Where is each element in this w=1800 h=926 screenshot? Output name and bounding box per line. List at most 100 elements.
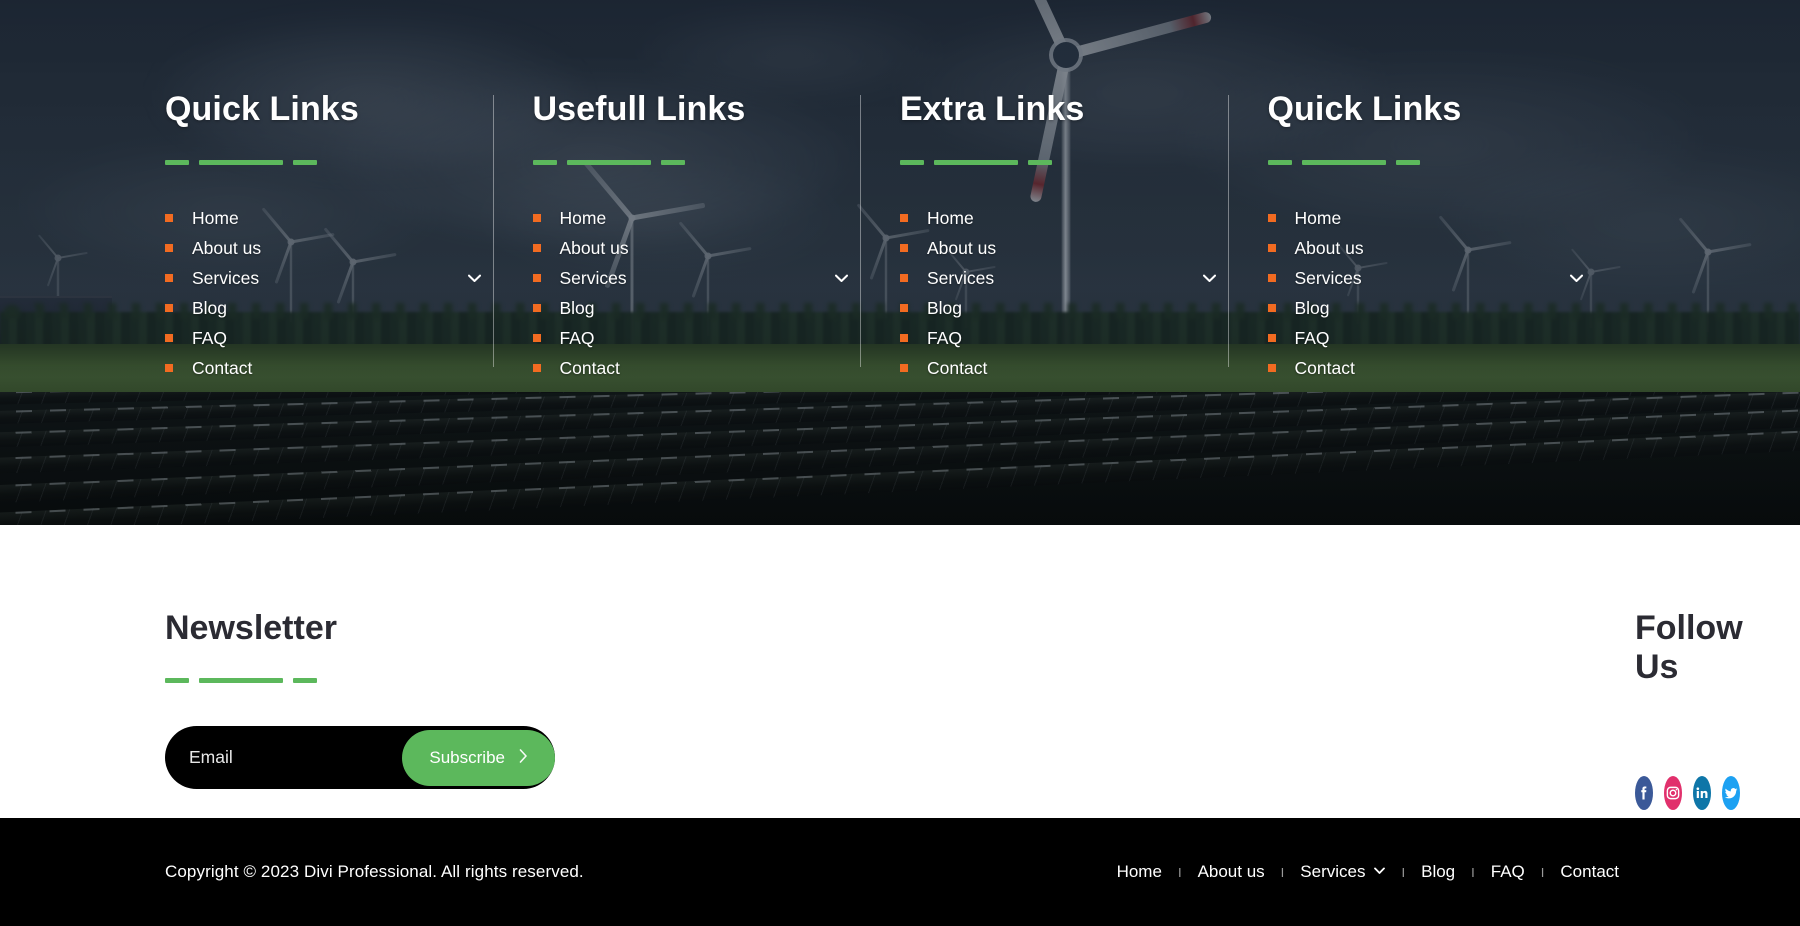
bullet-icon [1267, 304, 1276, 313]
footer-link-label: FAQ [192, 328, 228, 349]
bullet-icon [900, 214, 908, 223]
footer-link-services[interactable]: Services [1267, 263, 1636, 293]
footer-link-label: About us [192, 238, 262, 259]
bottom-nav-home[interactable]: Home [1101, 862, 1178, 882]
footer-link-contact[interactable]: Contact [532, 353, 901, 383]
column-title: Quick Links [1267, 90, 1462, 128]
footer-link-blog[interactable]: Blog [532, 293, 901, 323]
footer-link-label: Home [927, 208, 974, 229]
footer-column-quick-links: Quick Links Home About us Services Blog … [165, 0, 533, 525]
footer-link-contact[interactable]: Contact [1267, 353, 1636, 383]
footer-link-faq[interactable]: FAQ [165, 323, 533, 353]
chevron-down-icon[interactable] [1570, 274, 1583, 283]
footer-link-home[interactable]: Home [900, 203, 1268, 233]
bottom-nav-label: FAQ [1490, 862, 1525, 881]
subscribe-button[interactable]: Subscribe [402, 729, 555, 786]
footer-link-contact[interactable]: Contact [900, 353, 1268, 383]
footer-link-faq[interactable]: FAQ [532, 323, 901, 353]
column-title: Usefull Links [532, 90, 746, 128]
footer-link-faq[interactable]: FAQ [1267, 323, 1636, 353]
footer-column-usefull-links: Usefull Links Home About us Services Blo… [492, 0, 901, 525]
bullet-icon [900, 244, 908, 253]
title-divider [1267, 160, 1636, 166]
footer-link-faq[interactable]: FAQ [900, 323, 1268, 353]
footer-link-list: Home About us Services Blog FAQ Contact [900, 203, 1268, 383]
bottom-nav-label: Services [1300, 862, 1366, 881]
bullet-icon [1267, 214, 1276, 223]
title-divider [165, 160, 533, 166]
bottom-nav-services[interactable]: Services [1284, 862, 1401, 882]
bullet-icon [532, 364, 541, 373]
footer-link-label: FAQ [1294, 328, 1330, 349]
footer-link-home[interactable]: Home [532, 203, 901, 233]
chevron-down-icon[interactable] [835, 274, 848, 283]
bullet-icon [165, 244, 173, 253]
twitter-icon[interactable] [1722, 776, 1740, 811]
facebook-icon[interactable] [1635, 776, 1653, 811]
footer-link-contact[interactable]: Contact [165, 353, 533, 383]
bullet-icon [532, 304, 541, 313]
follow-us-block: Follow Us [820, 525, 1743, 818]
footer-columns: Quick Links Home About us Services Blog … [0, 0, 1800, 525]
footer-link-about-us[interactable]: About us [1267, 233, 1636, 263]
bullet-icon [900, 304, 908, 313]
newsletter-block: Newsletter Subscribe [165, 525, 820, 818]
footer-link-about-us[interactable]: About us [532, 233, 901, 263]
footer-link-services[interactable]: Services [900, 263, 1268, 293]
footer-link-label: Blog [192, 298, 228, 319]
footer-link-services[interactable]: Services [165, 263, 533, 293]
footer-link-label: About us [1294, 238, 1364, 259]
footer-link-blog[interactable]: Blog [1267, 293, 1636, 323]
bullet-icon [900, 274, 908, 283]
subscribe-button-label: Subscribe [429, 747, 505, 767]
footer-link-blog[interactable]: Blog [165, 293, 533, 323]
footer-link-label: Home [192, 208, 239, 229]
chevron-right-icon [519, 748, 528, 767]
bullet-icon [900, 364, 908, 373]
column-title: Extra Links [900, 90, 1085, 128]
footer-link-list: Home About us Services Blog FAQ Contact [1267, 203, 1636, 383]
linkedin-icon[interactable] [1693, 776, 1711, 811]
footer-link-label: About us [927, 238, 997, 259]
bottom-nav-about-us[interactable]: About us [1182, 862, 1281, 882]
footer-link-label: Contact [1294, 358, 1355, 379]
footer-link-about-us[interactable]: About us [900, 233, 1268, 263]
bottom-nav-faq[interactable]: FAQ [1475, 862, 1541, 882]
bullet-icon [532, 274, 541, 283]
bullet-icon [1267, 364, 1276, 373]
bottom-bar: Copyright © 2023 Divi Professional. All … [0, 818, 1800, 926]
footer-page: Quick Links Home About us Services Blog … [0, 0, 1800, 926]
chevron-down-icon[interactable] [1202, 274, 1216, 283]
footer-link-label: Blog [1294, 298, 1330, 319]
footer-link-home[interactable]: Home [1267, 203, 1636, 233]
bullet-icon [900, 334, 908, 343]
bottom-nav-label: Home [1116, 862, 1162, 881]
footer-link-list: Home About us Services Blog FAQ Contact [532, 203, 901, 383]
bullet-icon [165, 274, 173, 283]
bottom-nav-label: About us [1197, 862, 1265, 881]
footer-column-extra-links: Extra Links Home About us Services Blog … [860, 0, 1268, 525]
bullet-icon [165, 304, 173, 313]
bottom-nav: Home I About us I Services I Blog I FAQ … [1101, 862, 1635, 882]
bullet-icon [165, 214, 173, 223]
chevron-down-icon[interactable] [467, 274, 481, 283]
footer-link-label: Contact [559, 358, 620, 379]
bullet-icon [532, 244, 541, 253]
instagram-icon[interactable] [1664, 776, 1682, 811]
bottom-nav-contact[interactable]: Contact [1544, 862, 1635, 882]
footer-links-section: Quick Links Home About us Services Blog … [0, 0, 1800, 525]
footer-link-label: Home [1294, 208, 1342, 229]
subscribe-form: Subscribe [165, 726, 555, 790]
bullet-icon [532, 214, 541, 223]
footer-link-home[interactable]: Home [165, 203, 533, 233]
bullet-icon [165, 364, 173, 373]
footer-link-services[interactable]: Services [532, 263, 901, 293]
footer-link-about-us[interactable]: About us [165, 233, 533, 263]
footer-link-label: Blog [559, 298, 595, 319]
footer-link-blog[interactable]: Blog [900, 293, 1268, 323]
bottom-nav-blog[interactable]: Blog [1405, 862, 1471, 882]
footer-link-label: Home [559, 208, 607, 229]
copyright-text: Copyright © 2023 Divi Professional. All … [165, 862, 584, 881]
newsletter-follow-section: Newsletter Subscribe Follow Us [0, 525, 1800, 818]
bullet-icon [1267, 274, 1276, 283]
